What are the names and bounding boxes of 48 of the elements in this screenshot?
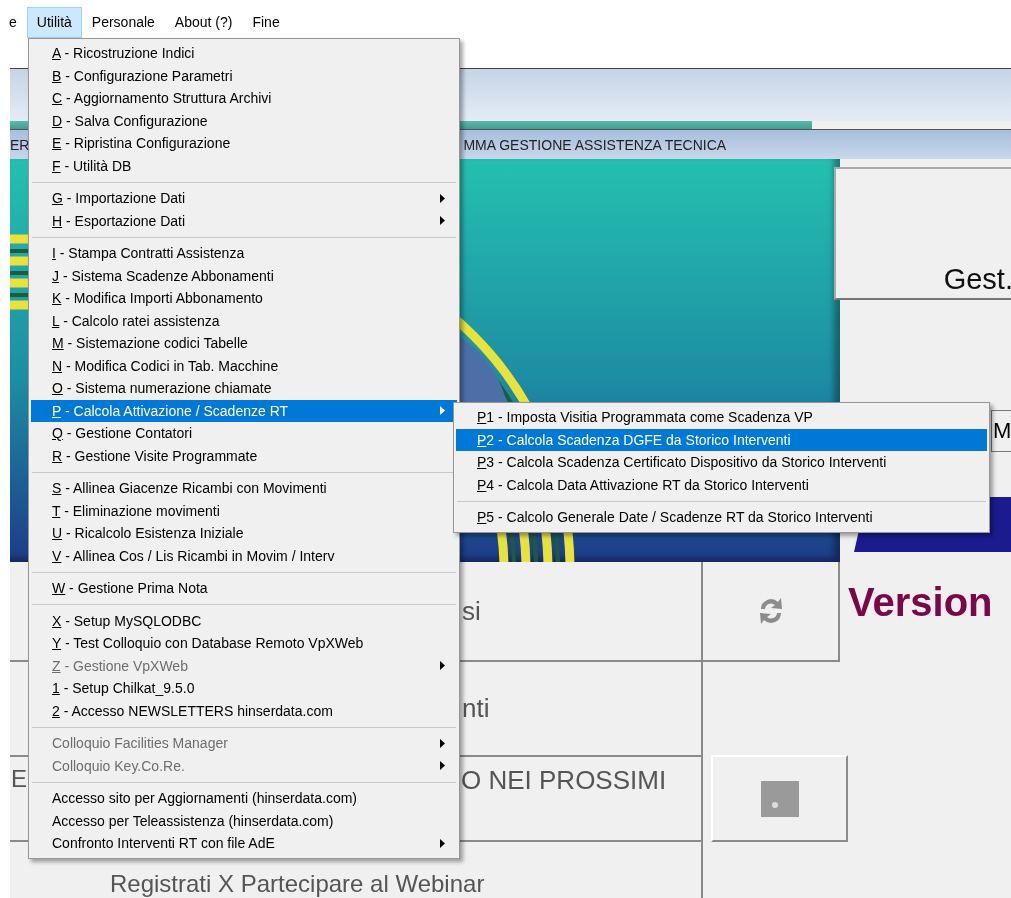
menu-item[interactable]: R - Gestione Visite Programmate (31, 444, 457, 467)
menu-item[interactable]: H - Esportazione Dati (31, 209, 457, 232)
menu-item[interactable]: G - Importazione Dati (31, 187, 457, 210)
menu-bar-item[interactable]: About (?) (164, 7, 243, 38)
menu-item[interactable]: P1 - Imposta Visitia Programmata come Scadenza VP (456, 406, 987, 429)
image-button[interactable] (711, 755, 848, 842)
menu-item[interactable]: P5 - Calcolo Generale Date / Scadenze RT da Storico Interventi (456, 506, 987, 529)
menu-item[interactable]: D - Salva Configurazione (31, 109, 457, 132)
image-icon (760, 780, 799, 817)
menu-item[interactable]: Accesso sito per Aggiornamenti (hinserdata.com) (31, 787, 457, 810)
menu-item[interactable]: P3 - Calcola Scadenza Certificato Dispositivo da Storico Interventi (456, 451, 987, 474)
menu-item[interactable]: X - Setup MySQLODBC (31, 609, 457, 632)
menu-item[interactable]: I - Stampa Contratti Assistenza (31, 242, 457, 265)
menu-item[interactable]: N - Modifica Codici in Tab. Macchine (31, 354, 457, 377)
menu-item[interactable]: Q - Gestione Contatori (31, 422, 457, 445)
menu-item[interactable]: B - Configurazione Parametri (31, 64, 457, 87)
menu-item[interactable]: L - Calcolo ratei assistenza (31, 309, 457, 332)
menu-item[interactable]: M - Sistemazione codici Tabelle (31, 332, 457, 355)
menu-item[interactable]: S - Allinea Giacenze Ricambi con Movimenti (31, 477, 457, 500)
refresh-button[interactable] (703, 562, 840, 662)
menu-item[interactable]: P4 - Calcola Data Attivazione RT da Storico Interventi (456, 473, 987, 496)
menu-bar-item[interactable]: Fine (242, 7, 290, 38)
menu-item[interactable]: 2 - Accesso NEWSLETTERS hinserdata.com (31, 699, 457, 722)
menu-item[interactable]: T - Eliminazione movimenti (31, 499, 457, 522)
window-title: MMA GESTIONE ASSISTENZA TECNICA (463, 136, 727, 153)
menu-item[interactable]: 1 - Setup Chilkat_9.5.0 (31, 677, 457, 700)
menu-bar-item[interactable]: e (0, 7, 27, 38)
menu-item[interactable]: P2 - Calcola Scadenza DGFE da Storico Interventi (456, 428, 987, 451)
menu-bar-item[interactable]: Personale (81, 7, 165, 38)
menu-item[interactable]: A - Ricostruzione Indici (31, 42, 457, 65)
menu-item[interactable]: E - Ripristina Configurazione (31, 132, 457, 155)
menu-item[interactable]: O - Sistema numerazione chiamate (31, 377, 457, 400)
panel-label: Gest. (943, 263, 1011, 296)
menu-item[interactable]: U - Ricalcolo Esistenza Iniziale (31, 522, 457, 545)
menu-item[interactable]: P - Calcola Attivazione / Scadenze RT (31, 399, 457, 422)
menu-item[interactable]: J - Sistema Scadenze Abbonamenti (31, 264, 457, 287)
menu-item[interactable]: F - Utilità DB (31, 154, 457, 177)
menu-item[interactable]: Accesso per Teleassistenza (hinserdata.com) (31, 809, 457, 832)
window-title: ER (10, 136, 30, 153)
menu-item[interactable]: C - Aggiornamento Struttura Archivi (31, 87, 457, 110)
menu-item[interactable]: V - Allinea Cos / Lis Ricambi in Movim / Interv (31, 544, 457, 567)
menu-item[interactable]: Confronto Interventi RT con file AdE (31, 832, 457, 855)
menu-bar-item[interactable]: Utilità (26, 7, 82, 38)
menu-item[interactable]: K - Modifica Importi Abbonamento (31, 287, 457, 310)
side-label: M (991, 410, 1011, 452)
version-label: Version (848, 580, 994, 625)
menu-item[interactable]: Y - Test Colloquio con Database Remoto VpXWeb (31, 632, 457, 655)
menu-item[interactable]: W - Gestione Prima Nota (31, 577, 457, 600)
